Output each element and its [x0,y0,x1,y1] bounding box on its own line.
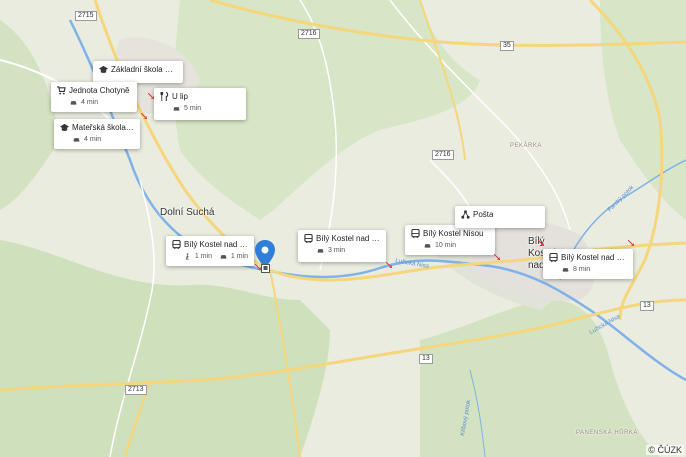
bus-icon [549,253,558,262]
car-icon [561,265,570,274]
map-view[interactable]: 2715 2716 35 2716 13 2713 13 Dolní Suchá… [0,0,686,457]
road-number-label: 2715 [75,11,97,21]
road-number-label: 2713 [125,385,147,395]
school-icon [60,123,69,132]
car-icon [72,135,81,144]
pointer-arrow-icon [386,262,392,268]
bus-icon [172,240,181,249]
bus-icon [304,234,313,243]
pointer-arrow-icon [141,113,147,119]
poi-card-bus-stop[interactable]: Bílý Kostel nad Ni... 8 min [543,249,633,279]
poi-card-bus-stop[interactable]: Bílý Kostel Nisou 10 min [405,225,495,255]
poi-title: Mateřská škola C... [72,123,134,132]
poi-card-bus-stop[interactable]: Bílý Kostel nad Ni... 1 min 1 min [166,236,254,266]
poi-title: Základní škola Ch... [111,65,177,74]
car-icon [69,98,78,107]
road-number-label: 35 [500,41,514,51]
road-number-label: 13 [640,301,654,311]
bus-icon [411,229,420,238]
poi-travel-time: 3 min [328,247,346,254]
poi-card-school[interactable]: Základní škola Ch... [93,61,183,83]
place-panenska-hurka: PANENSKÁ HŮRKA [576,430,638,436]
poi-card-restaurant[interactable]: U lip 5 min [154,88,246,120]
poi-walk-time: 1 min [194,253,212,260]
restaurant-icon [160,92,169,101]
car-icon [220,252,228,261]
poi-card-bus-stop[interactable]: Bílý Kostel nad Ni... 3 min [298,230,386,262]
car-icon [316,246,325,255]
pointer-arrow-icon [628,240,634,246]
car-icon [172,104,181,113]
car-icon [423,241,432,250]
copyright-label: © ČÚZK [646,445,684,455]
poi-title: Bílý Kostel Nisou [423,229,484,238]
poi-title: Bílý Kostel nad Ni... [561,253,627,262]
poi-title: Bílý Kostel nad Ni... [184,240,248,249]
poi-card-post-office[interactable]: Pošta [455,206,545,228]
poi-title: U lip [172,92,189,101]
poi-travel-time: 4 min [81,99,99,106]
bus-stop-marker-icon [261,264,270,273]
road-number-label: 2716 [432,150,454,160]
poi-travel-time: 4 min [84,136,102,143]
post-office-icon [461,210,470,219]
pointer-arrow-icon [148,93,154,99]
poi-card-kindergarten[interactable]: Mateřská škola C... 4 min [54,119,140,149]
poi-drive-time: 1 min [230,253,248,260]
shopping-cart-icon [57,86,66,95]
place-dolni-sucha: Dolní Suchá [160,207,215,218]
walk-icon [184,252,192,261]
poi-travel-time: 10 min [435,242,457,249]
school-icon [99,65,108,74]
road-number-label: 13 [419,354,433,364]
place-pekarka: PEKÁRKA [510,143,542,149]
poi-title: Jednota Chotyně [69,86,130,95]
poi-travel-time: 5 min [184,105,202,112]
poi-travel-time: 8 min [573,266,591,273]
poi-card-shop[interactable]: Jednota Chotyně 4 min [51,82,137,112]
pointer-arrow-icon [538,240,544,246]
poi-title: Bílý Kostel nad Ni... [316,234,380,243]
pointer-arrow-icon [494,254,500,260]
road-number-label: 2716 [298,29,320,39]
poi-title: Pošta [473,210,494,219]
